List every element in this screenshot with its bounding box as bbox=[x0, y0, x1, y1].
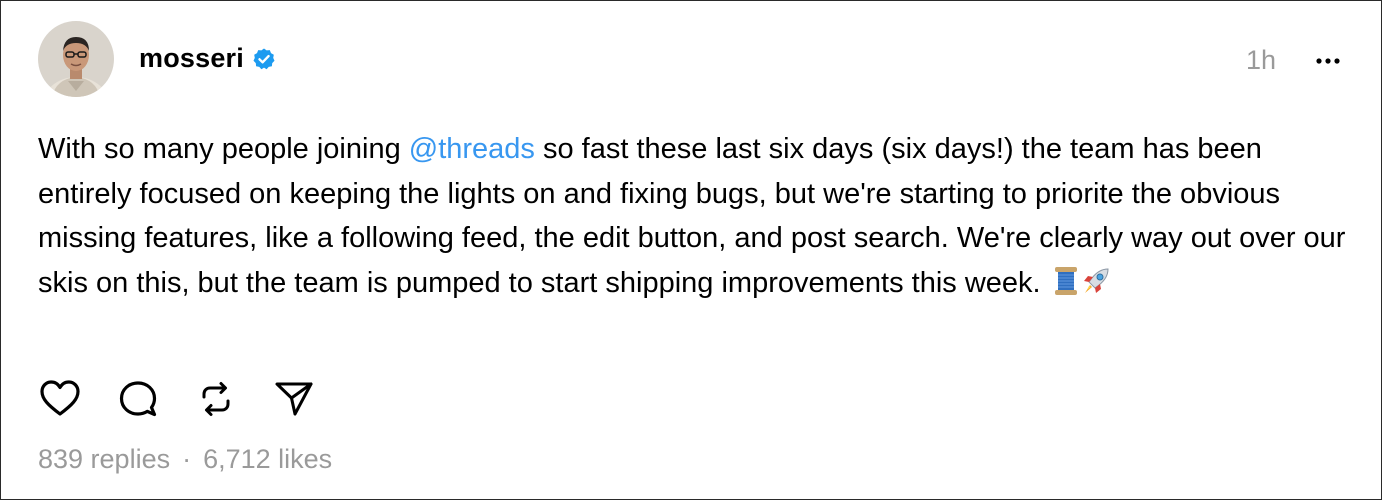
rocket-icon bbox=[1081, 265, 1111, 310]
post-text: With so many people joining @threads so … bbox=[38, 127, 1348, 309]
stats-separator: · bbox=[182, 444, 192, 474]
heart-icon bbox=[40, 380, 80, 416]
repost-button[interactable] bbox=[194, 377, 238, 421]
verified-badge-icon bbox=[252, 47, 276, 71]
avatar[interactable] bbox=[38, 21, 114, 97]
like-button[interactable] bbox=[38, 377, 82, 421]
spool-of-thread-icon bbox=[1053, 265, 1079, 310]
action-bar bbox=[38, 377, 350, 421]
reply-count-link[interactable]: 839 replies bbox=[38, 444, 170, 475]
like-count-link[interactable]: 6,712 likes bbox=[203, 444, 332, 475]
mention-link[interactable]: @threads bbox=[409, 133, 535, 165]
profile-photo-icon bbox=[38, 21, 114, 97]
ellipsis-icon bbox=[1316, 58, 1340, 64]
post-stats: 839 replies · 6,712 likes bbox=[38, 444, 332, 475]
timestamp: 1h bbox=[1245, 45, 1276, 75]
repost-icon bbox=[202, 382, 230, 416]
username[interactable]: mosseri bbox=[139, 43, 244, 74]
comment-icon bbox=[119, 381, 157, 417]
send-icon bbox=[275, 382, 313, 416]
more-options-button[interactable] bbox=[1313, 49, 1343, 73]
share-button[interactable] bbox=[272, 377, 316, 421]
post-text-part: With so many people joining bbox=[38, 133, 409, 165]
author-row: mosseri bbox=[139, 43, 276, 74]
thread-post-card: mosseri 1h With so many people joining @… bbox=[0, 0, 1382, 500]
reply-button[interactable] bbox=[116, 377, 160, 421]
